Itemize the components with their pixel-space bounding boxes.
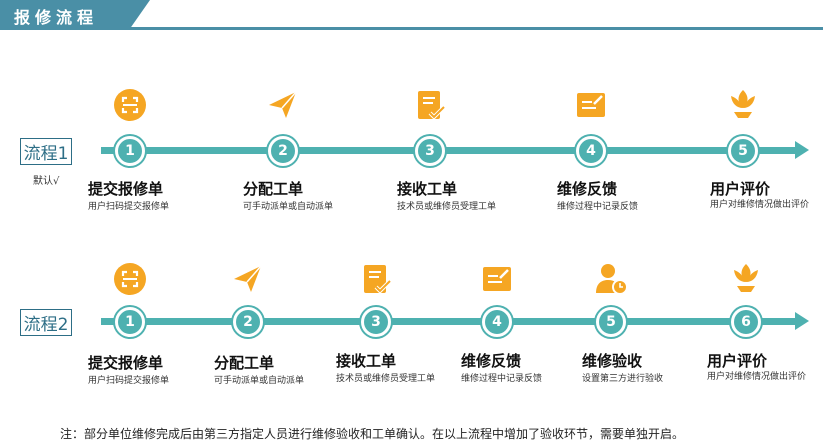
- header-bar: 报修流程: [0, 0, 823, 32]
- paper-plane-icon: [269, 91, 297, 118]
- flow-1-step-1-node: 1: [115, 136, 145, 166]
- flow-1-step-4-desc: 维修过程中记录反馈: [557, 202, 639, 212]
- flow-2-step-1-title: 提交报修单: [88, 354, 164, 372]
- flow-1-step-2-title: 分配工单: [243, 180, 304, 198]
- flow-1-track: [101, 147, 796, 154]
- edit-note-icon: [483, 267, 511, 291]
- flow-2-step-4-node: 4: [482, 307, 512, 337]
- flow-2-arrowhead: [795, 312, 809, 330]
- flower-icon: [734, 264, 758, 292]
- flow-1-label: 流程1: [20, 138, 72, 165]
- page-title: 报修流程: [14, 8, 99, 27]
- flow-1-step-4-title: 维修反馈: [557, 180, 618, 198]
- flow-2-step-5-node: 5: [596, 307, 626, 337]
- flow-2-step-2-node: 2: [233, 307, 263, 337]
- flow-1-step-4-node: 4: [576, 136, 606, 166]
- flow-2-step-6-desc: 用户对维修情况做出评价: [707, 372, 807, 382]
- flow-1-step-3-title: 接收工单: [397, 180, 458, 198]
- paper-plane-icon: [234, 265, 262, 292]
- flow-2-step-6-title: 用户评价: [707, 352, 768, 370]
- scan-icon: [114, 89, 146, 121]
- flow-1-step-2-desc: 可手动派单或自动派单: [243, 202, 334, 212]
- flow-2-step-2-desc: 可手动派单或自动派单: [214, 376, 305, 386]
- flower-icon: [731, 90, 755, 118]
- flow-1-step-3-desc: 技术员或维修员受理工单: [397, 202, 497, 212]
- flow-2-step-3-title: 接收工单: [336, 352, 397, 370]
- flow-2-track: [101, 318, 796, 325]
- flow-1-step-1-desc: 用户扫码提交报修单: [88, 202, 170, 212]
- flow-1-step-5-node: 5: [728, 136, 758, 166]
- user-clock-icon: [596, 264, 628, 295]
- flow-1-step-5-desc: 用户对维修情况做出评价: [710, 200, 810, 210]
- checklist-icon: [364, 265, 392, 294]
- checklist-icon: [418, 91, 446, 120]
- flow-1-step-3-node: 3: [415, 136, 445, 166]
- flow-2-step-1-node: 1: [115, 307, 145, 337]
- flow-2-step-5-title: 维修验收: [582, 352, 643, 370]
- flow-2-step-3-node: 3: [361, 307, 391, 337]
- flow-2-step-1-desc: 用户扫码提交报修单: [88, 376, 170, 386]
- flow-1-step-2-node: 2: [268, 136, 298, 166]
- flow-1-arrowhead: [795, 141, 809, 159]
- flow-1-default-note: 默认√: [33, 176, 60, 187]
- header-rule: [128, 27, 823, 30]
- flow-1-step-1-title: 提交报修单: [88, 180, 164, 198]
- flow-2-step-5-desc: 设置第三方进行验收: [582, 374, 664, 384]
- flow-2-step-4-desc: 维修过程中记录反馈: [461, 374, 543, 384]
- flow-2-step-4-title: 维修反馈: [461, 352, 522, 370]
- footnote: 注：部分单位维修完成后由第三方指定人员进行维修验收和工单确认。在以上流程中增加了…: [60, 427, 685, 441]
- flow-2-step-2-title: 分配工单: [214, 354, 275, 372]
- flow-2-step-3-desc: 技术员或维修员受理工单: [336, 374, 436, 384]
- flow-2-label: 流程2: [20, 309, 72, 336]
- flow-1-step-5-title: 用户评价: [710, 180, 771, 198]
- scan-icon: [114, 263, 146, 295]
- flow-2-step-6-node: 6: [731, 307, 761, 337]
- edit-note-icon: [577, 93, 605, 117]
